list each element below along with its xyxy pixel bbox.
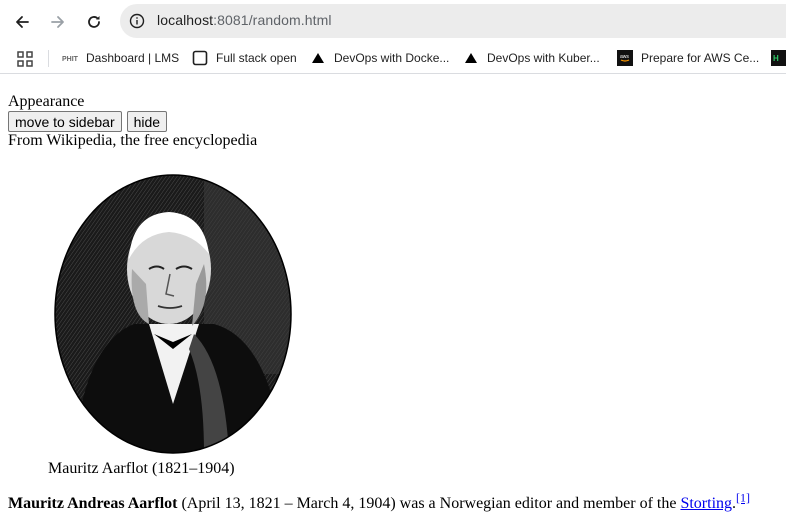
bookmark-devops-kubernetes[interactable]: DevOps with Kuber...	[463, 48, 600, 68]
forward-button[interactable]	[44, 8, 72, 36]
back-button[interactable]	[8, 8, 36, 36]
subject-name: Mauritz Andreas Aarflot	[8, 495, 178, 512]
triangle-icon	[463, 50, 479, 66]
url-text[interactable]: localhost:8081/random.html	[157, 12, 332, 28]
arrow-left-icon	[16, 16, 29, 28]
move-to-sidebar-button[interactable]: move to sidebar	[8, 111, 122, 132]
triangle-icon	[310, 50, 326, 66]
svg-text:PHIT: PHIT	[62, 56, 78, 63]
bookmarks-bar: PHIT Dashboard | LMS Full stack open Dev…	[0, 43, 786, 74]
bookmark-label: Dashboard | LMS	[86, 51, 180, 65]
url-host: localhost	[157, 12, 214, 28]
portrait-image[interactable]	[54, 174, 292, 454]
bookmark-aws[interactable]: aws Prepare for AWS Ce...	[617, 48, 759, 68]
arrow-right-icon	[51, 16, 64, 28]
phit-logo-icon: PHIT	[62, 50, 78, 66]
page-content: Appearance move to sidebar hide From Wik…	[8, 92, 778, 512]
bookmark-dashboard-lms[interactable]: PHIT Dashboard | LMS	[62, 48, 179, 68]
intro-text: (April 13, 1821 – March 4, 1904) was a N…	[177, 495, 681, 512]
image-caption: Mauritz Aarflot (1821–1904)	[48, 460, 235, 477]
bookmark-label: DevOps with Docke...	[334, 51, 450, 65]
bookmarks-separator	[48, 50, 49, 67]
square-outline-icon	[192, 50, 208, 66]
appearance-controls: move to sidebar hide	[8, 111, 778, 132]
svg-text:H: H	[773, 54, 779, 63]
info-icon[interactable]	[129, 13, 145, 29]
browser-toolbar: localhost:8081/random.html	[0, 0, 786, 42]
bookmark-label: Full stack open	[216, 51, 297, 65]
aws-logo-icon: aws	[617, 50, 633, 66]
hide-button[interactable]: hide	[126, 111, 168, 132]
apps-grid-icon[interactable]	[17, 51, 33, 67]
storting-link[interactable]: Storting	[680, 495, 732, 512]
appearance-heading: Appearance	[8, 93, 85, 110]
bookmark-devops-docker[interactable]: DevOps with Docke...	[310, 48, 449, 68]
address-bar[interactable]: localhost:8081/random.html	[120, 4, 786, 38]
reload-icon	[88, 16, 100, 28]
bookmark-overflow[interactable]: H	[771, 48, 786, 68]
bookmark-full-stack-open[interactable]: Full stack open	[192, 48, 297, 68]
svg-text:aws: aws	[620, 54, 629, 60]
bookmark-label: Prepare for AWS Ce...	[641, 51, 760, 65]
intro-paragraph: Mauritz Andreas Aarflot (April 13, 1821 …	[8, 491, 778, 513]
reload-button[interactable]	[80, 8, 108, 36]
hr-logo-icon: H	[771, 50, 786, 66]
tagline: From Wikipedia, the free encyclopedia	[8, 132, 258, 149]
bookmark-label: DevOps with Kuber...	[487, 51, 600, 65]
url-path: :8081/random.html	[213, 12, 332, 28]
reference-link[interactable]: [1]	[736, 491, 750, 505]
